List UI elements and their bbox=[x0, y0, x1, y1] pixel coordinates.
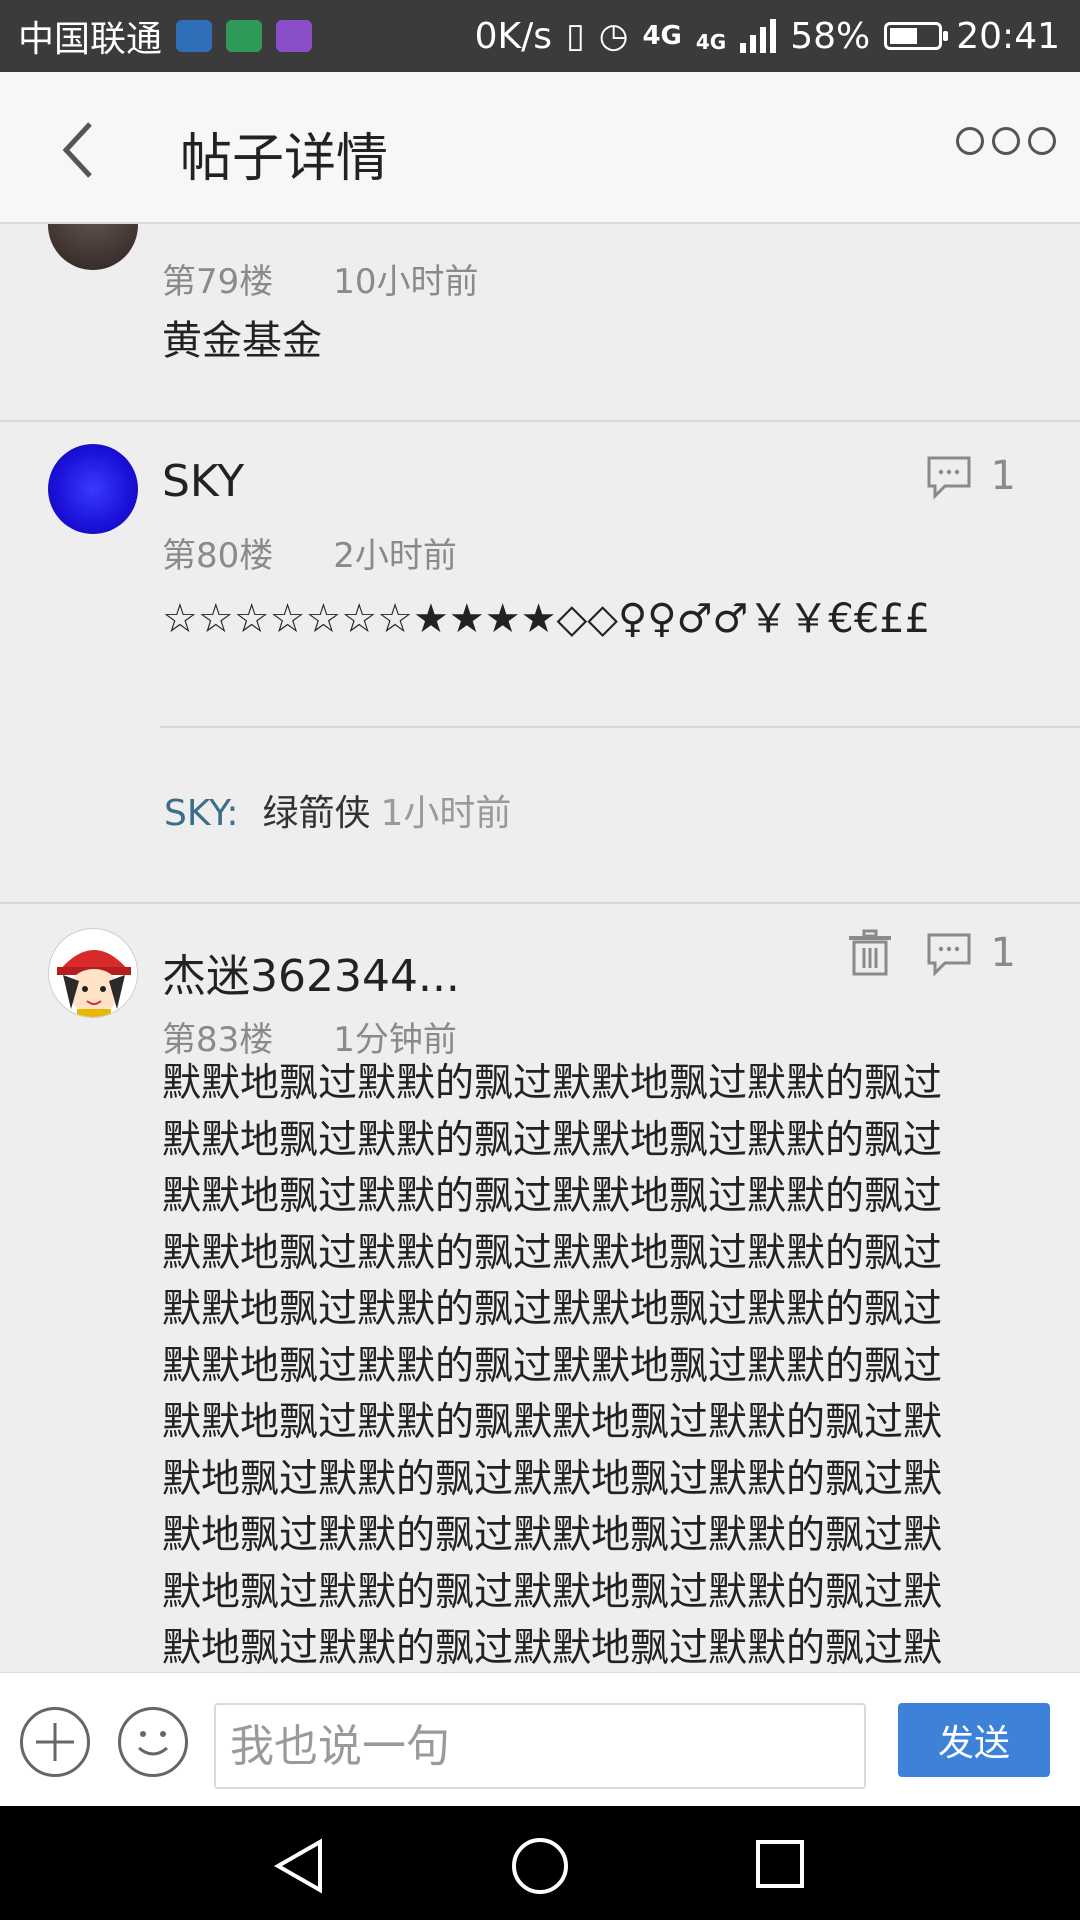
system-nav-bar bbox=[0, 1806, 1080, 1920]
post-content: ☆☆☆☆☆☆☆★★★★◇◇♀♀♂♂￥￥€€££ bbox=[162, 596, 931, 642]
content-line: 默地飘过默默的飘过默默地飘过默默的飘过默 bbox=[162, 1456, 943, 1502]
signal-icon bbox=[740, 19, 777, 53]
comment-bar: 发送 bbox=[0, 1672, 1080, 1807]
post-actions: 1 bbox=[845, 928, 1016, 978]
more-options-button[interactable] bbox=[956, 127, 1056, 155]
chevron-left-icon bbox=[62, 122, 92, 178]
reply-post: SKY 1 第80楼 2小时前 ☆☆☆☆☆☆☆★★★★◇◇♀♀♂♂￥￥€€££ S… bbox=[0, 422, 1080, 904]
net-speed: 0K/s bbox=[474, 15, 553, 57]
avatar[interactable] bbox=[48, 444, 138, 534]
gallery-notification-icon bbox=[276, 20, 313, 52]
plus-icon[interactable] bbox=[20, 1707, 90, 1777]
reply-count: 1 bbox=[990, 930, 1016, 976]
sub-reply-author[interactable]: SKY: bbox=[164, 793, 239, 834]
reply-button[interactable]: 1 bbox=[925, 929, 1016, 977]
dot-icon bbox=[992, 127, 1020, 155]
post-time: 2小时前 bbox=[333, 536, 457, 576]
carrier-label: 中国联通 bbox=[18, 19, 163, 60]
content-line: 默默地飘过默默的飘过默默地飘过默默的飘过 bbox=[162, 1230, 943, 1276]
content-line: 默默地飘过默默的飘过默默地飘过默默的飘过 bbox=[162, 1061, 943, 1106]
avatar[interactable] bbox=[48, 928, 138, 1018]
dot-icon bbox=[1028, 127, 1056, 155]
comment-input[interactable] bbox=[214, 1703, 866, 1789]
post-meta: 第79楼 10小时前 bbox=[162, 254, 479, 303]
post-meta: 第80楼 2小时前 bbox=[162, 528, 457, 577]
content-line: 默默地飘过默默的飘默默地飘过默默的飘过默 bbox=[162, 1400, 943, 1445]
post-time: 1分钟前 bbox=[333, 1020, 457, 1060]
message-notification-icon bbox=[226, 20, 263, 52]
battery-fill bbox=[890, 28, 917, 44]
avatar[interactable] bbox=[48, 224, 138, 270]
battery-icon bbox=[884, 22, 949, 50]
post-content: 默默地飘过默默的飘过默默地飘过默默的飘过 默默地飘过默默的飘过默默地飘过默默的飘… bbox=[162, 1056, 1074, 1672]
nav-header: 帖子详情 bbox=[0, 72, 1080, 224]
nav-recents-icon[interactable] bbox=[754, 1838, 806, 1890]
vibrate-icon: ▯ bbox=[566, 16, 585, 56]
comment-icon bbox=[927, 456, 971, 500]
content-line: 默默地飘过默默的飘过默默地飘过默默的飘过 bbox=[162, 1117, 943, 1163]
back-button[interactable] bbox=[50, 110, 130, 190]
floor-number: 第79楼 bbox=[162, 262, 274, 302]
page-title: 帖子详情 bbox=[180, 129, 389, 189]
sub-reply-time: 1小时前 bbox=[380, 793, 512, 834]
content-line: 默默地飘过默默的飘过默默地飘过默默的飘过 bbox=[162, 1174, 943, 1219]
network-type-2: 4G bbox=[695, 29, 727, 54]
health-notification-icon bbox=[176, 20, 213, 52]
dot-icon bbox=[956, 127, 984, 155]
reply-feed[interactable]: 第79楼 10小时前 黄金基金 SKY 1 第80楼 2小时前 ☆☆☆☆☆☆☆★★★… bbox=[0, 224, 1080, 1672]
network-type: 4G bbox=[642, 21, 682, 51]
post-time: 10小时前 bbox=[333, 262, 479, 302]
reply-count: 1 bbox=[990, 453, 1016, 499]
post-meta: 第83楼 1分钟前 bbox=[162, 1012, 457, 1061]
trash-icon[interactable] bbox=[845, 928, 895, 978]
content-line: 默地飘过默默的飘过默默地飘过默默的飘过默 bbox=[162, 1626, 943, 1671]
floor-number: 第83楼 bbox=[162, 1020, 274, 1060]
send-button[interactable]: 发送 bbox=[898, 1703, 1050, 1777]
cartoon-avatar-image bbox=[49, 929, 137, 1017]
status-bar: 中国联通 0K/s ▯ ◷ 4G 4G 58% 20:41 bbox=[0, 0, 1080, 72]
floor-number: 第80楼 bbox=[162, 536, 274, 576]
comment-icon bbox=[927, 933, 971, 977]
content-line: 默地飘过默默的飘过默默地飘过默默的飘过默 bbox=[162, 1513, 943, 1558]
reply-button[interactable]: 1 bbox=[925, 452, 1016, 500]
content-line: 默默地飘过默默的飘过默默地飘过默默的飘过 bbox=[162, 1287, 943, 1332]
reply-post: 杰迷362344... 1 第83楼 1分钟前 默默地飘过默默的飘过默默地飘过默… bbox=[0, 904, 1080, 1672]
content-line: 默默地飘过默默的飘过默默地飘过默默的飘过 bbox=[162, 1343, 943, 1389]
content-line: 默地飘过默默的飘过默默地飘过默默的飘过默 bbox=[162, 1569, 943, 1615]
nav-back-icon[interactable] bbox=[272, 1838, 328, 1894]
post-content: 黄金基金 bbox=[162, 318, 322, 364]
username[interactable]: SKY bbox=[162, 456, 244, 507]
divider bbox=[160, 726, 1080, 728]
nav-home-icon[interactable] bbox=[510, 1838, 570, 1898]
reply-post: 第79楼 10小时前 黄金基金 bbox=[0, 224, 1080, 422]
sub-reply[interactable]: SKY: 绿箭侠 1小时前 bbox=[164, 784, 511, 836]
smiley-face bbox=[138, 1731, 168, 1756]
username[interactable]: 杰迷362344... bbox=[162, 940, 460, 1004]
alarm-icon: ◷ bbox=[598, 16, 629, 56]
sub-reply-text: 绿箭侠 bbox=[262, 793, 371, 834]
battery-percent: 58% bbox=[790, 15, 871, 57]
clock: 20:41 bbox=[956, 15, 1060, 57]
emoji-icon[interactable] bbox=[118, 1707, 188, 1777]
